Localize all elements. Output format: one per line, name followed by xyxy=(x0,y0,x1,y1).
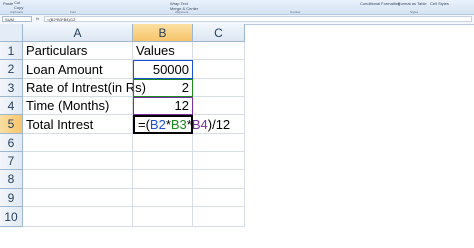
formula-close: )/12 xyxy=(207,117,231,132)
cell-a7[interactable] xyxy=(23,152,133,170)
name-box[interactable]: SUM xyxy=(2,16,32,22)
row-header-8[interactable]: 8 xyxy=(0,170,23,189)
cell-a10[interactable] xyxy=(23,207,133,227)
cell-a3[interactable]: Rate of Intrest(in Rs) xyxy=(23,79,146,97)
formula-ref-b4: B4 xyxy=(191,117,208,132)
cell-a6[interactable] xyxy=(23,134,133,152)
cell-c3[interactable] xyxy=(193,79,245,97)
cell-a5[interactable]: Total Intrest xyxy=(23,115,133,134)
cell-b3[interactable]: 2 xyxy=(133,79,193,97)
conditional-formatting-button[interactable]: Conditional Formatting xyxy=(360,1,400,6)
format-as-table-button[interactable]: Format as Table xyxy=(398,1,427,6)
row-header-6[interactable]: 6 xyxy=(0,134,23,152)
cell-c6[interactable] xyxy=(193,134,245,152)
formula-open: =( xyxy=(138,117,150,132)
cell-c2[interactable] xyxy=(193,60,245,79)
formula-ref-b3: B3 xyxy=(170,117,187,132)
paste-button[interactable]: Paste xyxy=(3,1,13,6)
cell-styles-button[interactable]: Cell Styles xyxy=(430,1,449,6)
row-header-5[interactable]: 5 xyxy=(0,115,23,134)
column-header-a[interactable]: A xyxy=(23,24,133,42)
cell-a1[interactable]: Particulars xyxy=(23,42,133,60)
formula-input[interactable]: =(B2*B3*B4)/12 xyxy=(44,16,472,22)
row-header-7[interactable]: 7 xyxy=(0,152,23,170)
formula-ref-b2: B2 xyxy=(149,117,166,132)
group-styles: Styles xyxy=(410,10,419,14)
cell-b2[interactable]: 50000 xyxy=(133,60,193,79)
cell-b8[interactable] xyxy=(133,170,193,189)
row-header-4[interactable]: 4 xyxy=(0,97,23,115)
cell-b7[interactable] xyxy=(133,152,193,170)
group-font: Font xyxy=(70,10,77,14)
cell-c1[interactable] xyxy=(193,42,245,60)
column-header-c[interactable]: C xyxy=(193,24,245,42)
row-header-10[interactable]: 10 xyxy=(0,207,23,227)
cell-c8[interactable] xyxy=(193,170,245,189)
cell-b4[interactable]: 12 xyxy=(133,97,193,115)
cell-b10[interactable] xyxy=(133,207,193,227)
cell-c4[interactable] xyxy=(193,97,245,115)
ribbon: Paste Cut Copy Wrap Text Merge & Center … xyxy=(0,0,474,15)
cell-a9[interactable] xyxy=(23,189,133,207)
column-header-b[interactable]: B xyxy=(133,24,193,42)
row-header-1[interactable]: 1 xyxy=(0,42,23,60)
fx-icon[interactable]: fx xyxy=(36,16,39,21)
cell-b9[interactable] xyxy=(133,189,193,207)
select-all-corner[interactable] xyxy=(0,24,23,42)
group-alignment: Alignment xyxy=(175,10,189,14)
cell-b1[interactable]: Values xyxy=(133,42,193,60)
cell-c10[interactable] xyxy=(193,207,245,227)
row-header-2[interactable]: 2 xyxy=(0,60,23,79)
row-header-3[interactable]: 3 xyxy=(0,79,23,97)
cell-a8[interactable] xyxy=(23,170,133,189)
group-clipboard: Clipboard xyxy=(10,10,23,14)
group-number: Number xyxy=(290,10,301,14)
cell-c7[interactable] xyxy=(193,152,245,170)
cell-a2[interactable]: Loan Amount xyxy=(23,60,133,79)
cell-b5-editing[interactable]: =(B2*B3*B4)/12 xyxy=(133,115,230,134)
cell-c9[interactable] xyxy=(193,189,245,207)
cell-a4[interactable]: Time (Months) xyxy=(23,97,133,115)
row-header-9[interactable]: 9 xyxy=(0,189,23,207)
cell-b6[interactable] xyxy=(133,134,193,152)
